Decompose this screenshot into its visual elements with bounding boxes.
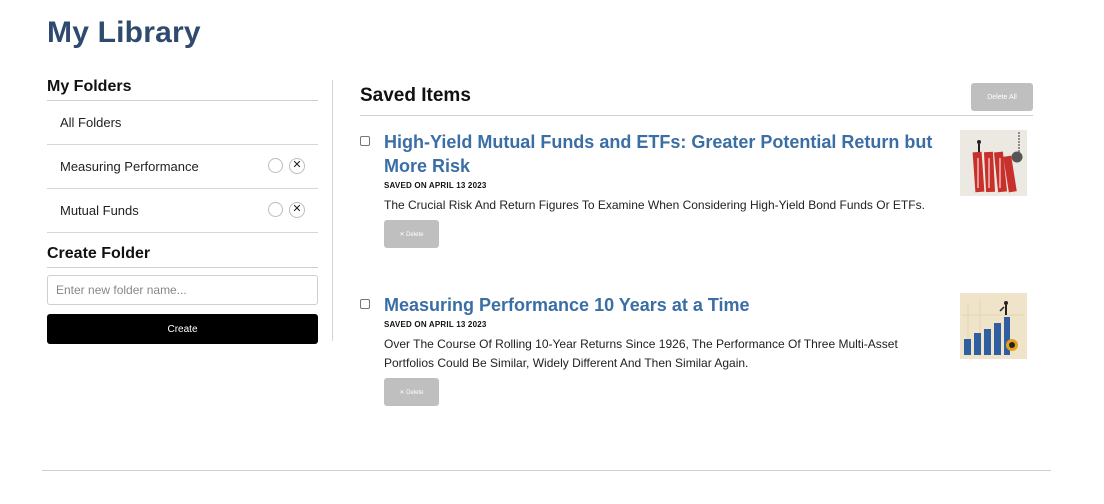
item-saved-date: SAVED ON APRIL 13 2023 [384, 181, 487, 190]
item-checkbox[interactable] [360, 136, 370, 146]
page-title: My Library [47, 16, 201, 49]
item-description: The Crucial Risk And Return Figures To E… [384, 198, 925, 212]
folder-item-measuring-performance[interactable]: Measuring Performance ✕ [47, 145, 318, 189]
item-description: Over The Course Of Rolling 10-Year Retur… [384, 337, 898, 370]
folder-item-mutual-funds[interactable]: Mutual Funds ✕ [47, 189, 318, 233]
folder-label: All Folders [60, 115, 122, 130]
item-body: Measuring Performance 10 Years at a Time… [384, 293, 949, 406]
folder-item-all-folders[interactable]: All Folders [47, 101, 318, 145]
delete-all-button[interactable]: Delete All [971, 83, 1033, 111]
folder-actions: ✕ [268, 202, 305, 218]
blue-bar-chart-figure-icon[interactable] [960, 293, 1027, 359]
red-bars-wrecking-ball-icon[interactable] [960, 130, 1027, 196]
folders-heading: My Folders [47, 78, 318, 101]
close-icon[interactable]: ✕ [289, 158, 305, 174]
create-folder-heading: Create Folder [47, 245, 318, 268]
saved-items-section: Saved Items Delete All High-Yield Mutual… [360, 83, 1033, 406]
library-page: My Library My Folders All Folders Measur… [0, 0, 1104, 504]
close-icon[interactable]: ✕ [289, 202, 305, 218]
saved-items-title: Saved Items [360, 85, 471, 106]
delete-item-button[interactable]: ✕ Delete [384, 220, 439, 248]
edit-folder-button[interactable] [268, 158, 283, 173]
saved-items-header: Saved Items Delete All [360, 83, 1033, 116]
item-title-link[interactable]: Measuring Performance 10 Years at a Time [384, 293, 949, 317]
delete-item-button[interactable]: ✕ Delete [384, 378, 439, 406]
item-checkbox[interactable] [360, 299, 370, 309]
footer-divider [42, 470, 1051, 471]
column-divider [332, 80, 333, 341]
item-title-link[interactable]: High-Yield Mutual Funds and ETFs: Greate… [384, 130, 949, 178]
create-folder-button[interactable]: Create [47, 314, 318, 344]
new-folder-name-input[interactable] [47, 275, 318, 305]
folder-list: All Folders Measuring Performance ✕ Mutu… [47, 101, 318, 233]
item-saved-date: SAVED ON APRIL 13 2023 [384, 320, 487, 329]
folder-actions: ✕ [268, 158, 305, 174]
sidebar: My Folders All Folders Measuring Perform… [47, 78, 318, 344]
item-body: High-Yield Mutual Funds and ETFs: Greate… [384, 130, 949, 248]
folder-label: Mutual Funds [60, 203, 139, 218]
edit-folder-button[interactable] [268, 202, 283, 217]
folder-label: Measuring Performance [60, 159, 199, 174]
